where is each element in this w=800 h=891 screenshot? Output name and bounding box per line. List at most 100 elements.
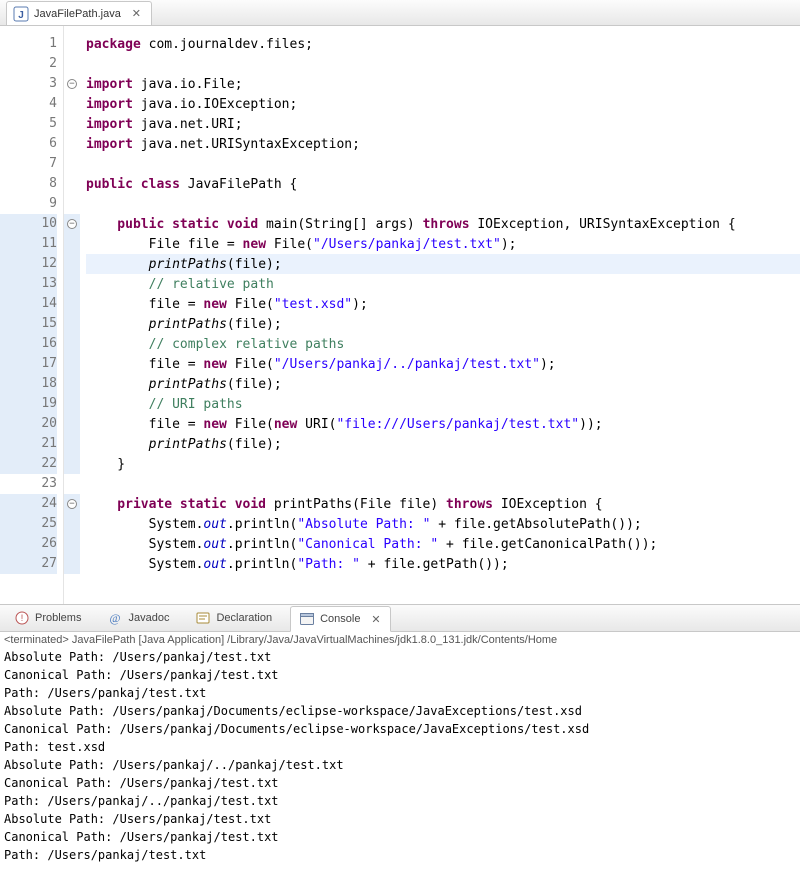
fold-cell: [64, 34, 80, 54]
code-line[interactable]: [86, 194, 800, 214]
fold-cell[interactable]: −: [64, 494, 80, 514]
console-process-header: <terminated> JavaFilePath [Java Applicat…: [4, 634, 796, 648]
tab-problems-label: Problems: [35, 612, 81, 624]
line-number: 12: [14, 254, 57, 274]
fold-cell: [64, 134, 80, 154]
close-icon[interactable]: ✕: [130, 7, 143, 20]
editor-tabbar: J JavaFilePath.java ✕: [0, 0, 800, 26]
console-line: Absolute Path: /Users/pankaj/test.txt: [4, 810, 796, 828]
marker-column: [0, 26, 14, 604]
code-line[interactable]: public class JavaFilePath {: [86, 174, 800, 194]
fold-collapse-icon[interactable]: −: [67, 79, 77, 89]
console-line: Absolute Path: /Users/pankaj/../pankaj/t…: [4, 756, 796, 774]
line-number: 20: [14, 414, 57, 434]
fold-cell: [64, 314, 80, 334]
code-line[interactable]: file = new File("/Users/pankaj/../pankaj…: [86, 354, 800, 374]
code-line[interactable]: file = new File(new URI("file:///Users/p…: [86, 414, 800, 434]
line-number: 1: [14, 34, 57, 54]
console-line: Canonical Path: /Users/pankaj/test.txt: [4, 666, 796, 684]
close-icon[interactable]: ✕: [369, 613, 382, 626]
fold-cell: [64, 234, 80, 254]
code-line[interactable]: [86, 474, 800, 494]
marker-cell: [0, 474, 14, 494]
marker-cell: [0, 74, 14, 94]
code-line[interactable]: printPaths(file);: [86, 434, 800, 454]
problems-icon: !: [14, 610, 30, 626]
marker-cell: [0, 394, 14, 414]
fold-cell[interactable]: −: [64, 214, 80, 234]
code-line[interactable]: // complex relative paths: [86, 334, 800, 354]
fold-cell: [64, 554, 80, 574]
marker-cell: [0, 254, 14, 274]
fold-cell: [64, 154, 80, 174]
line-number: 8: [14, 174, 57, 194]
code-line[interactable]: // relative path: [86, 274, 800, 294]
code-line[interactable]: printPaths(file);: [86, 254, 800, 274]
svg-text:J: J: [18, 10, 24, 21]
console-output[interactable]: Absolute Path: /Users/pankaj/test.txtCan…: [4, 648, 796, 864]
tab-problems[interactable]: ! Problems: [6, 606, 89, 630]
fold-cell: [64, 334, 80, 354]
code-line[interactable]: import java.io.File;: [86, 74, 800, 94]
fold-collapse-icon[interactable]: −: [67, 219, 77, 229]
fold-cell: [64, 534, 80, 554]
marker-cell: [0, 134, 14, 154]
console-view: <terminated> JavaFilePath [Java Applicat…: [0, 632, 800, 891]
console-line: Canonical Path: /Users/pankaj/Documents/…: [4, 720, 796, 738]
console-line: Absolute Path: /Users/pankaj/Documents/e…: [4, 702, 796, 720]
fold-cell: [64, 114, 80, 134]
tab-javadoc[interactable]: @ Javadoc: [99, 606, 177, 630]
code-line[interactable]: File file = new File("/Users/pankaj/test…: [86, 234, 800, 254]
code-line[interactable]: import java.net.URI;: [86, 114, 800, 134]
fold-cell: [64, 274, 80, 294]
code-line[interactable]: import java.io.IOException;: [86, 94, 800, 114]
line-number: 16: [14, 334, 57, 354]
code-line[interactable]: package com.journaldev.files;: [86, 34, 800, 54]
code-content[interactable]: package com.journaldev.files; import java…: [80, 26, 800, 604]
console-line: Canonical Path: /Users/pankaj/test.txt: [4, 828, 796, 846]
line-number: 5: [14, 114, 57, 134]
code-line[interactable]: System.out.println("Canonical Path: " + …: [86, 534, 800, 554]
tab-console[interactable]: Console ✕: [290, 606, 391, 632]
line-number: 9: [14, 194, 57, 214]
code-line[interactable]: }: [86, 454, 800, 474]
fold-collapse-icon[interactable]: −: [67, 499, 77, 509]
code-line[interactable]: // URI paths: [86, 394, 800, 414]
marker-cell: [0, 554, 14, 574]
code-line[interactable]: printPaths(file);: [86, 374, 800, 394]
line-number: 11: [14, 234, 57, 254]
code-line[interactable]: file = new File("test.xsd");: [86, 294, 800, 314]
marker-cell: [0, 234, 14, 254]
line-number: 6: [14, 134, 57, 154]
editor-tab-javafilepath[interactable]: J JavaFilePath.java ✕: [6, 1, 152, 25]
fold-cell[interactable]: −: [64, 74, 80, 94]
console-line: Path: /Users/pankaj/test.txt: [4, 684, 796, 702]
fold-cell: [64, 94, 80, 114]
code-line[interactable]: [86, 54, 800, 74]
fold-column: − − −: [64, 26, 80, 604]
code-line[interactable]: public static void main(String[] args) t…: [86, 214, 800, 234]
tab-declaration[interactable]: Declaration: [187, 606, 280, 630]
line-number: 26: [14, 534, 57, 554]
fold-cell: [64, 374, 80, 394]
console-line: Path: /Users/pankaj/../pankaj/test.txt: [4, 792, 796, 810]
marker-cell: [0, 494, 14, 514]
svg-text:@: @: [110, 611, 121, 625]
marker-cell: [0, 114, 14, 134]
line-number: 7: [14, 154, 57, 174]
code-line[interactable]: System.out.println("Path: " + file.getPa…: [86, 554, 800, 574]
code-line[interactable]: printPaths(file);: [86, 314, 800, 334]
java-file-icon: J: [13, 6, 29, 22]
tab-console-label: Console: [320, 613, 360, 625]
code-line[interactable]: System.out.println("Absolute Path: " + f…: [86, 514, 800, 534]
line-number: 10: [14, 214, 57, 234]
marker-cell: [0, 434, 14, 454]
marker-cell: [0, 54, 14, 74]
line-number: 18: [14, 374, 57, 394]
code-line[interactable]: [86, 154, 800, 174]
code-line[interactable]: private static void printPaths(File file…: [86, 494, 800, 514]
code-editor[interactable]: 1234567891011121314151617181920212223242…: [0, 26, 800, 604]
code-line[interactable]: import java.net.URISyntaxException;: [86, 134, 800, 154]
line-number: 21: [14, 434, 57, 454]
fold-cell: [64, 514, 80, 534]
